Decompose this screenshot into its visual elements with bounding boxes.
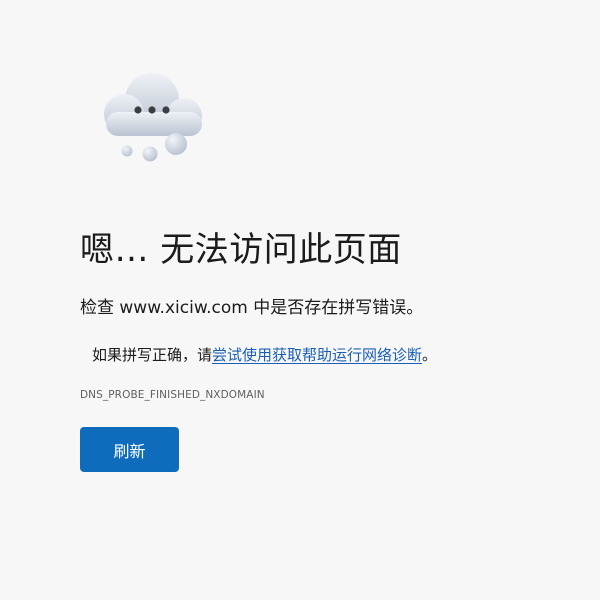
network-diagnostics-link[interactable]: 尝试使用获取帮助运行网络诊断: [212, 346, 422, 364]
error-headline: 嗯… 无法访问此页面: [80, 230, 402, 270]
error-page: 嗯… 无法访问此页面 检查 www.xiciw.com 中是否存在拼写错误。 如…: [0, 0, 600, 600]
check-suffix: 中是否存在拼写错误。: [247, 298, 424, 318]
error-code: DNS_PROBE_FINISHED_NXDOMAIN: [80, 389, 265, 401]
check-spelling-message: 检查 www.xiciw.com 中是否存在拼写错误。: [80, 293, 423, 318]
suggestion-suffix: 。: [422, 346, 438, 364]
check-prefix: 检查: [80, 298, 120, 318]
diagnostics-suggestion: 如果拼写正确，请尝试使用获取帮助运行网络诊断。: [92, 344, 437, 365]
cloud-thinking-icon: [104, 73, 202, 162]
refresh-button[interactable]: 刷新: [80, 427, 179, 472]
suggestion-prefix: 如果拼写正确，请: [92, 346, 213, 364]
domain-name: www.xiciw.com: [119, 298, 248, 318]
